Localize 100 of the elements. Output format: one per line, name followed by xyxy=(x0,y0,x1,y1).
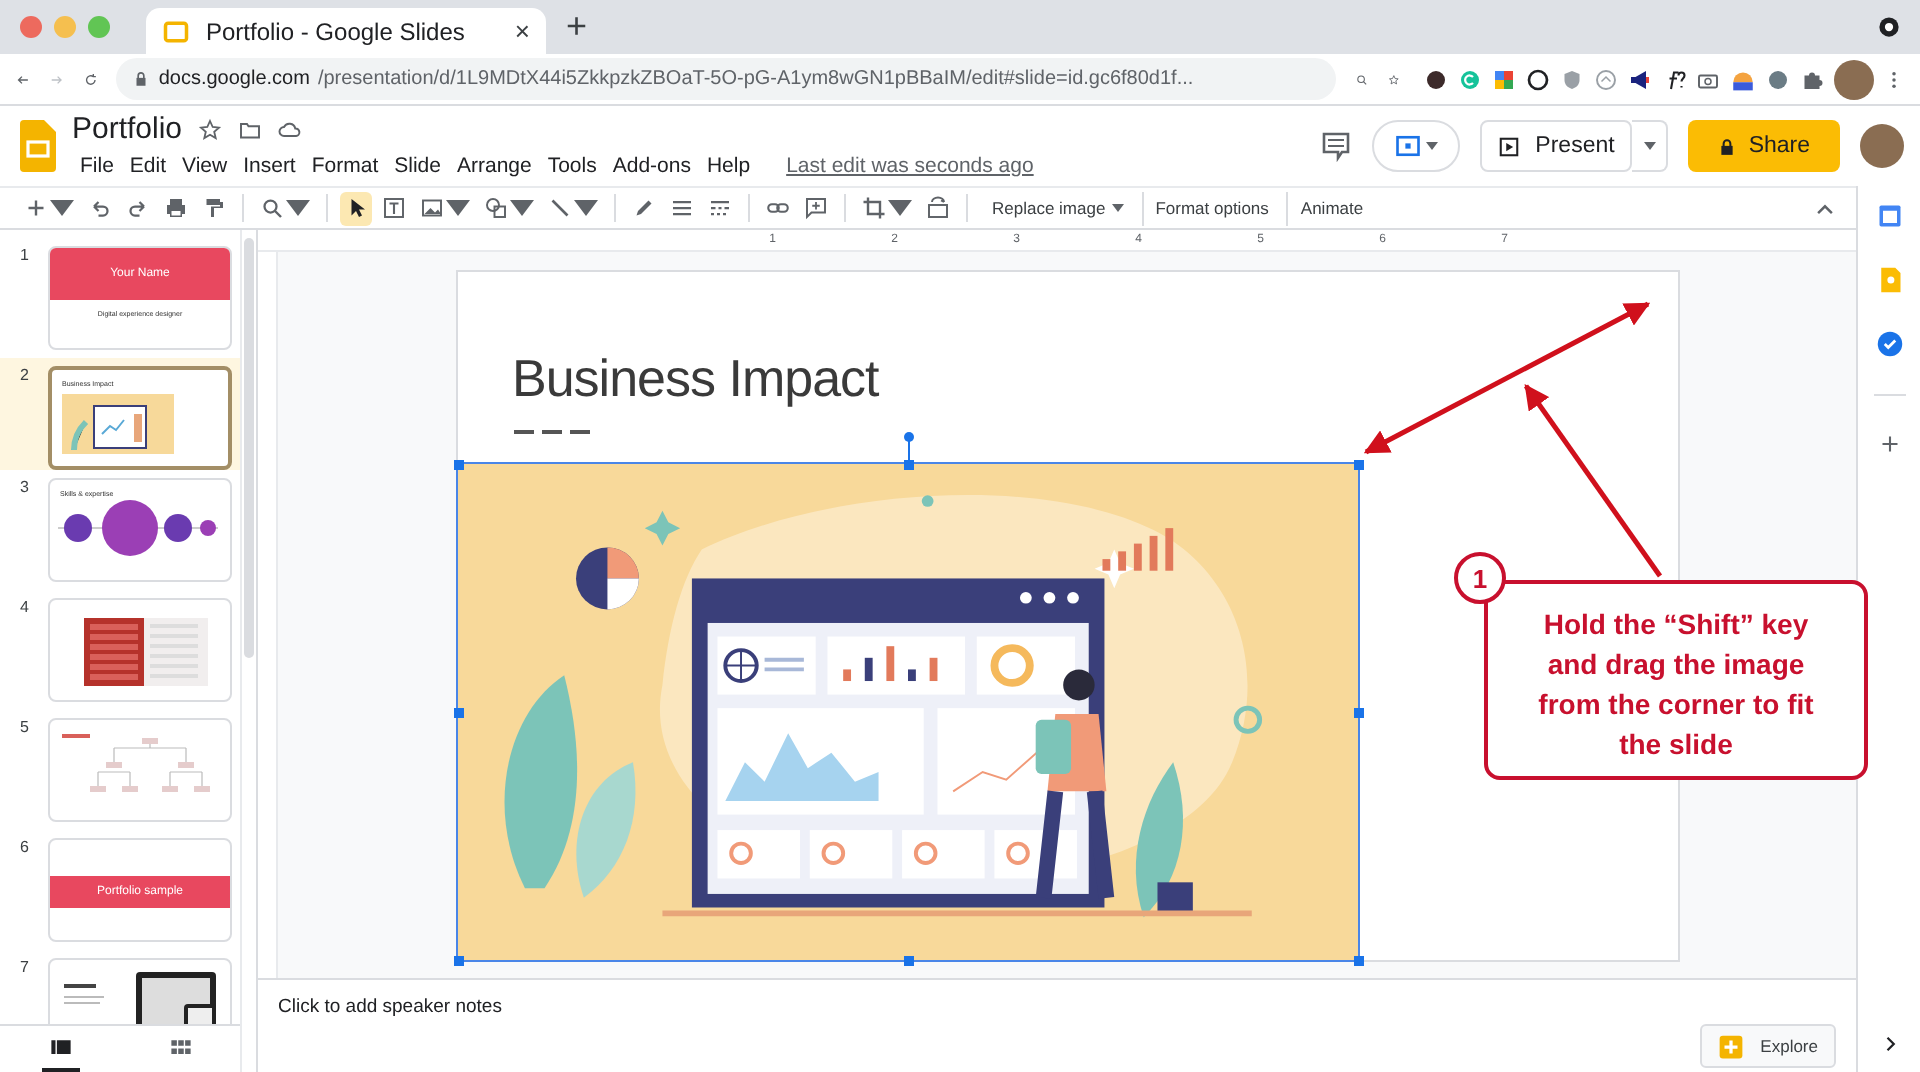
menu-item[interactable]: Help xyxy=(698,154,759,178)
reset-image-icon xyxy=(926,196,950,220)
slide-thumbnail-row[interactable]: 5 xyxy=(0,718,240,822)
calendar-icon[interactable] xyxy=(1875,202,1903,230)
redo-icon xyxy=(126,196,150,220)
url-path: /presentation/d/1L9MDtX44i5ZkkpzkZBOaT-5O-pG-A1ym8wGN1pBBaIM/edit#slide=id.gc6f80d1f... xyxy=(317,68,1194,90)
scrollbar-thumb[interactable] xyxy=(244,238,254,658)
image-icon xyxy=(420,196,444,220)
slides-favicon-icon xyxy=(162,17,190,45)
slide-number: 5 xyxy=(20,718,31,736)
resize-handle[interactable] xyxy=(453,955,463,965)
resize-handle[interactable] xyxy=(453,459,463,469)
caret-icon[interactable] xyxy=(888,196,912,220)
caret-icon[interactable] xyxy=(1111,204,1124,212)
menu-item[interactable]: View xyxy=(174,154,236,178)
line-dash-icon xyxy=(708,196,732,220)
caret-icon[interactable] xyxy=(286,196,310,220)
toolbar-button[interactable]: Replace image xyxy=(980,191,1136,225)
shield-icon[interactable] xyxy=(1559,67,1584,91)
puzzle-icon[interactable] xyxy=(1799,67,1824,91)
new-tab-button[interactable]: + xyxy=(558,6,596,48)
megaphone-icon[interactable] xyxy=(1627,67,1652,91)
slide-thumbnail-row[interactable]: 4 xyxy=(0,598,240,702)
resize-handle[interactable] xyxy=(453,707,463,717)
zoom-icon xyxy=(260,196,284,220)
slide-thumbnail[interactable] xyxy=(48,598,232,702)
extension-icon[interactable] xyxy=(1525,67,1550,91)
shapes-icon xyxy=(484,196,508,220)
line-icon xyxy=(548,196,572,220)
resize-handle[interactable] xyxy=(1353,707,1363,717)
speaker-notes-field[interactable]: Click to add speaker notes xyxy=(278,996,502,1018)
line-weight-icon xyxy=(670,196,694,220)
caret-icon[interactable] xyxy=(510,196,534,220)
cloud-icon[interactable] xyxy=(278,117,303,141)
slide-thumbnail-row[interactable]: 7 xyxy=(0,958,240,1024)
title-underline-dashes xyxy=(514,430,590,434)
resize-handle[interactable] xyxy=(903,459,913,469)
menu-item[interactable]: Add-ons xyxy=(604,154,699,178)
menu-item[interactable]: Tools xyxy=(539,154,605,178)
caret-icon[interactable] xyxy=(50,196,74,220)
plus-icon xyxy=(24,196,48,220)
last-edit-link[interactable]: Last edit was seconds ago xyxy=(774,152,1046,180)
toolbar-button[interactable]: Format options xyxy=(1141,191,1281,225)
resize-handle[interactable] xyxy=(1353,955,1363,965)
explore-icon xyxy=(1718,1033,1745,1059)
meet-present-button[interactable] xyxy=(1371,120,1460,172)
pencil-icon xyxy=(632,196,656,220)
caret-icon[interactable] xyxy=(446,196,470,220)
grid-icon xyxy=(169,1035,191,1057)
add-comment-icon xyxy=(804,196,828,220)
slide-number: 4 xyxy=(20,598,31,616)
slide-number: 7 xyxy=(20,958,31,976)
menu-item[interactable]: Slide xyxy=(386,154,449,178)
menu-item[interactable]: File xyxy=(72,154,122,178)
menu-item[interactable]: Format xyxy=(303,154,387,178)
caret-icon[interactable] xyxy=(1425,142,1438,150)
star-icon[interactable] xyxy=(198,117,223,141)
share-button[interactable]: Share xyxy=(1688,120,1840,172)
slide-title[interactable]: Business Impact xyxy=(512,348,1678,410)
printer-icon xyxy=(164,196,188,220)
tasks-icon[interactable] xyxy=(1875,330,1903,358)
caret-icon[interactable] xyxy=(574,196,598,220)
crop-icon xyxy=(862,196,886,220)
menu-item[interactable]: Arrange xyxy=(448,154,540,178)
present-to-meeting-icon xyxy=(1393,132,1422,160)
add-icon[interactable] xyxy=(1877,432,1901,456)
address-bar[interactable]: docs.google.com /presentation/d/1L9MDtX44i5ZkkpzkZBOaT-5O-pG-A1ym8wGN1pBBaIM/edit#slide=id.gc6f80d1f... xyxy=(116,58,1337,100)
present-button[interactable]: Present xyxy=(1479,120,1633,172)
url-host: docs.google.com xyxy=(158,68,310,90)
menu-item[interactable]: Edit xyxy=(121,154,175,178)
explore-button[interactable]: Explore xyxy=(1700,1024,1836,1068)
caret-icon[interactable] xyxy=(1643,142,1656,150)
folder-icon[interactable] xyxy=(238,117,263,141)
slide-number: 6 xyxy=(20,838,31,856)
thumbnail-list-drawing xyxy=(84,618,208,686)
undo-icon xyxy=(88,196,112,220)
record-icon[interactable] xyxy=(1878,16,1900,38)
cursor-tool[interactable] xyxy=(340,191,372,225)
document-title[interactable]: Portfolio xyxy=(72,112,183,146)
avatar[interactable] xyxy=(1833,59,1874,99)
present-options-button[interactable] xyxy=(1632,120,1669,172)
thumbnail-illustration-drawing xyxy=(62,394,174,454)
resize-handle[interactable] xyxy=(903,955,913,965)
present-icon xyxy=(1497,135,1520,157)
comment-history-icon[interactable] xyxy=(1319,130,1352,162)
tab-title: Portfolio - Google Slides xyxy=(206,17,467,45)
extension-icon[interactable] xyxy=(1423,67,1448,91)
rotation-handle[interactable] xyxy=(904,432,914,464)
menu-item[interactable]: Insert xyxy=(235,154,304,178)
paint-roller-icon xyxy=(202,196,226,220)
avatar[interactable] xyxy=(1860,124,1904,168)
lock-icon xyxy=(1718,137,1737,155)
slide-number: 3 xyxy=(20,478,31,496)
tab-close-button[interactable]: × xyxy=(514,16,530,46)
browser-tab[interactable]: Portfolio - Google Slides × xyxy=(146,8,546,54)
filmstrip-icon xyxy=(49,1035,71,1057)
lock-icon xyxy=(132,70,151,88)
toolbar-button[interactable]: Animate xyxy=(1286,191,1376,225)
resize-handle[interactable] xyxy=(1353,459,1363,469)
slide-number: 1 xyxy=(20,246,31,264)
